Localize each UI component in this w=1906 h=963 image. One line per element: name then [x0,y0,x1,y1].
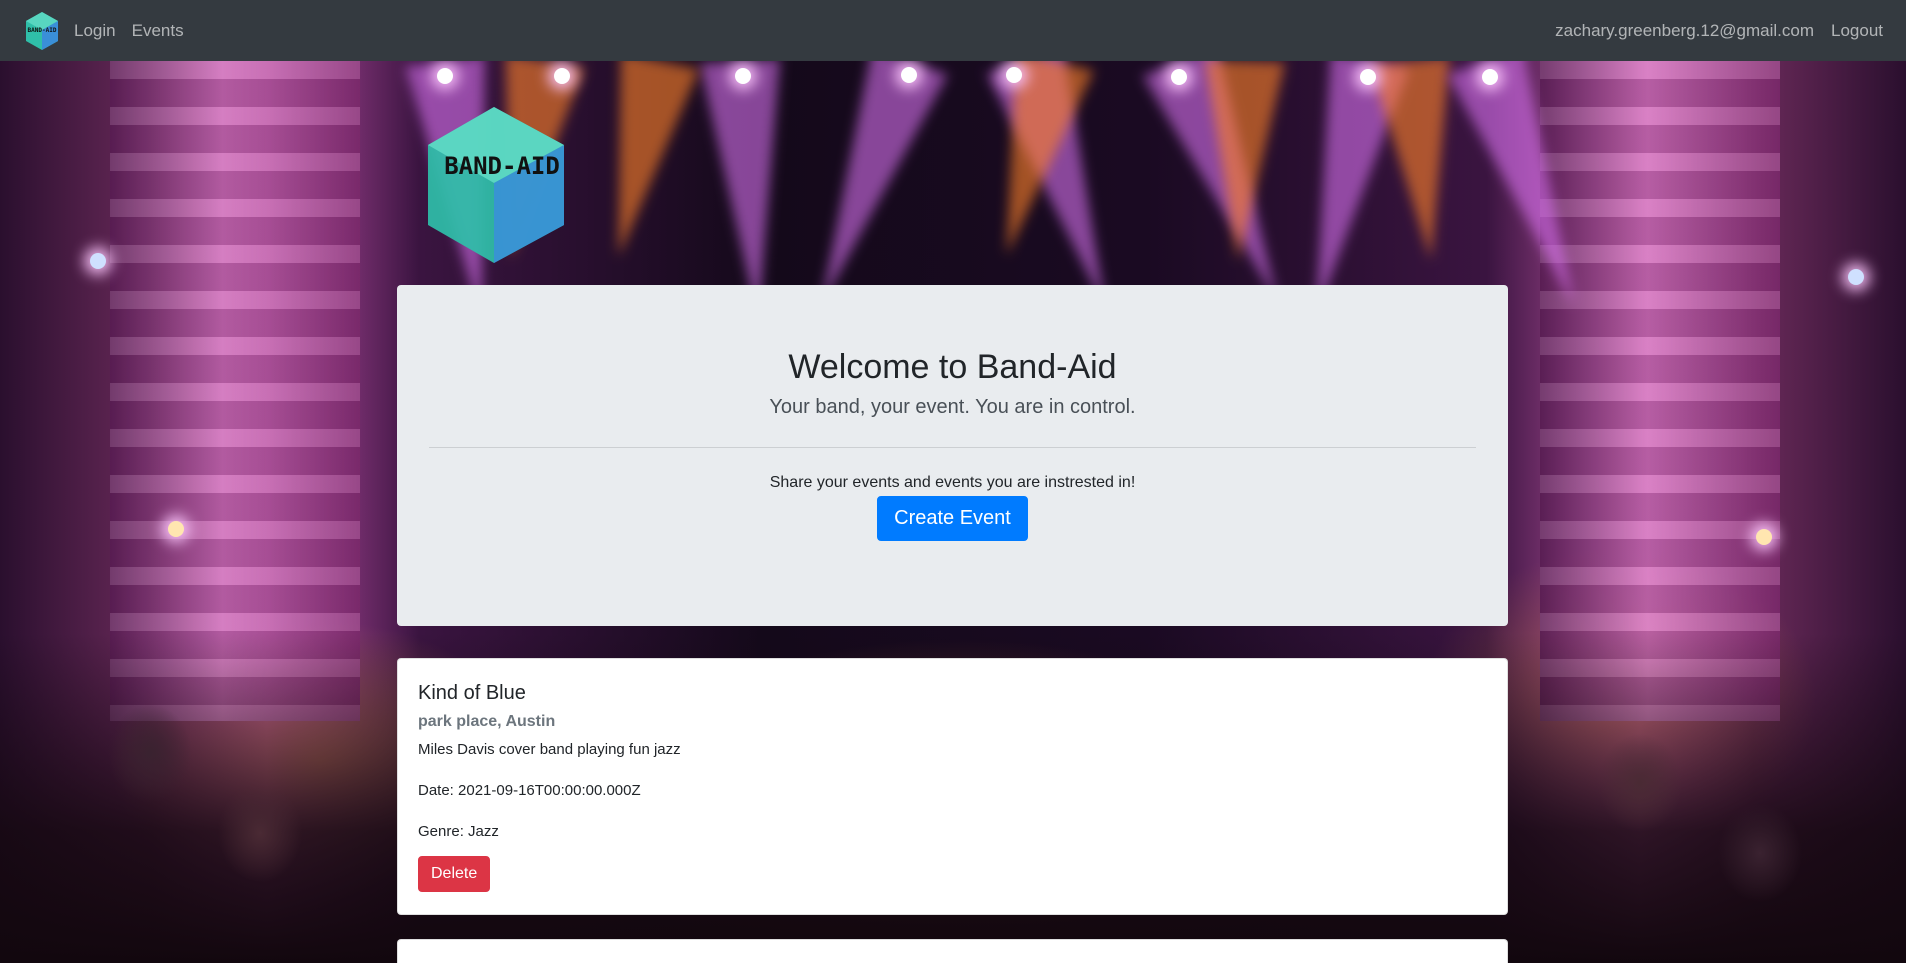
event-card [397,939,1508,963]
spotlight [168,521,184,537]
nav-login-link[interactable]: Login [74,21,116,41]
event-card: Kind of Blue park place, Austin Miles Da… [397,658,1508,915]
event-description: Miles Davis cover band playing fun jazz [418,741,681,758]
page-tagline: Your band, your event. You are in contro… [769,395,1136,418]
spotlight [901,67,917,83]
nav-user-area: zachary.greenberg.12@gmail.com Logout [1538,21,1883,41]
right-pillar-decoration [1540,61,1780,721]
share-events-text: Share your events and events you are ins… [769,473,1136,491]
stage-light-beam [700,61,799,324]
divider [429,446,1476,448]
spotlight [554,68,570,84]
spotlight [1171,69,1187,85]
delete-event-button[interactable]: Delete [418,856,491,892]
event-title: Kind of Blue [418,682,526,704]
nav-user-email[interactable]: zachary.greenberg.12@gmail.com [1555,21,1814,41]
event-location: park place, Austin [418,713,556,730]
hero-logo-text: BAND-AID [444,152,560,180]
nav-logout-link[interactable]: Logout [1831,21,1883,41]
spotlight [90,253,106,269]
spotlight [1360,69,1376,85]
event-date: Date: 2021-09-16T00:00:00.000Z [418,782,641,799]
stage-light-beam [1198,61,1285,263]
nav-events-link[interactable]: Events [132,21,184,41]
stage-light-beam [783,61,948,320]
spotlight [1006,67,1022,83]
page-title: Welcome to Band-Aid [788,348,1117,386]
band-aid-logo-icon[interactable]: BAND-AID [24,11,60,51]
brand-logo-text: BAND-AID [28,27,57,34]
spotlight [437,68,453,84]
spotlight [1756,529,1772,545]
left-pillar-decoration [110,61,360,721]
create-event-button[interactable]: Create Event [877,495,1028,541]
spotlight [1482,69,1498,85]
navbar: BAND-AID Login Events zachary.greenberg.… [0,0,1906,61]
spotlight [735,68,751,84]
stage-light-beam [579,61,700,265]
spotlight [1848,269,1864,285]
band-aid-hero-logo-icon: BAND-AID [428,107,564,263]
welcome-jumbotron: Welcome to Band-Aid Your band, your even… [397,285,1508,626]
event-genre: Genre: Jazz [418,823,499,840]
